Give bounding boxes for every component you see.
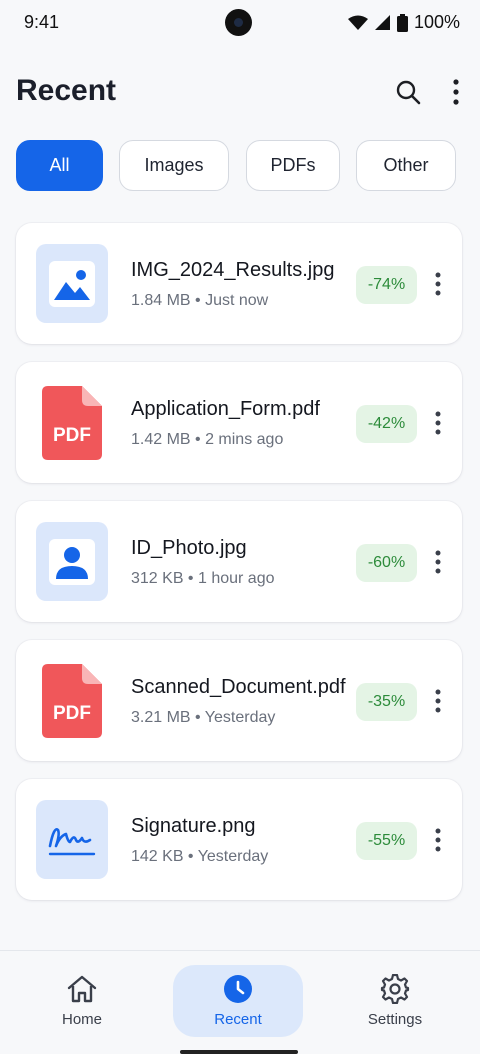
file-card[interactable]: ID_Photo.jpg 312 KB • 1 hour ago -60% [16, 501, 462, 622]
app-header: Recent [16, 70, 464, 114]
signature-icon [48, 827, 96, 855]
status-icons: 100% [347, 12, 460, 33]
file-meta: 142 KB • Yesterday [131, 848, 269, 865]
file-name: Application_Form.pdf [131, 398, 320, 420]
file-card[interactable]: PDF Application_Form.pdf 1.42 MB • 2 min… [16, 362, 462, 483]
pdf-icon: PDF [42, 663, 102, 738]
file-meta: 312 KB • 1 hour ago [131, 570, 275, 587]
search-icon [396, 80, 421, 105]
file-more-button[interactable] [424, 681, 452, 721]
filter-chip-all[interactable]: All [16, 140, 103, 191]
pdf-icon: PDF [42, 385, 102, 460]
status-time: 9:41 [24, 12, 60, 32]
battery-percent: 100% [413, 12, 460, 32]
file-name: Signature.png [131, 815, 256, 837]
more-vertical-icon [453, 79, 459, 105]
filter-chips: All Images PDFs Other [16, 140, 464, 192]
file-meta: 1.42 MB • 2 mins ago [131, 431, 284, 448]
savings-badge: -42% [356, 405, 417, 443]
file-name: ID_Photo.jpg [131, 537, 247, 559]
wifi-icon [347, 15, 368, 30]
pdf-label: PDF [53, 703, 91, 724]
filter-chip-other[interactable]: Other [356, 140, 456, 191]
gear-icon [380, 973, 410, 1005]
savings-badge: -60% [356, 544, 417, 582]
bottom-navigation: Home Recent Settings [0, 950, 480, 1054]
file-meta: 3.21 MB • Yesterday [131, 709, 276, 726]
savings-badge: -35% [356, 683, 417, 721]
file-meta: 1.84 MB • Just now [131, 292, 269, 309]
home-icon [66, 973, 98, 1005]
more-vertical-icon [435, 550, 441, 574]
file-name: Scanned_Document.pdf [131, 676, 346, 698]
file-thumbnail: PDF [36, 661, 108, 740]
nav-label-home: Home [61, 1011, 102, 1028]
file-thumbnail: PDF [36, 383, 108, 462]
more-vertical-icon [435, 828, 441, 852]
more-vertical-icon [435, 272, 441, 296]
file-name: IMG_2024_Results.jpg [131, 259, 335, 281]
file-more-button[interactable] [424, 820, 452, 860]
pdf-label: PDF [53, 425, 91, 446]
file-more-button[interactable] [424, 403, 452, 443]
savings-badge: -74% [356, 266, 417, 304]
person-icon [49, 538, 95, 585]
file-card[interactable]: IMG_2024_Results.jpg 1.84 MB • Just now … [16, 223, 462, 344]
page-title: Recent [16, 74, 117, 107]
more-vertical-icon [435, 689, 441, 713]
file-more-button[interactable] [424, 264, 452, 304]
camera-cutout [225, 9, 252, 36]
status-bar: 9:41 100% [0, 0, 480, 48]
search-button[interactable] [388, 72, 428, 112]
file-more-button[interactable] [424, 542, 452, 582]
savings-badge: -55% [356, 822, 417, 860]
file-thumbnail [36, 800, 108, 879]
nav-label-recent: Recent [214, 1011, 262, 1028]
file-thumbnail [36, 522, 108, 601]
file-card[interactable]: PDF Scanned_Document.pdf 3.21 MB • Yeste… [16, 640, 462, 761]
more-vertical-icon [435, 411, 441, 435]
filter-chip-pdfs[interactable]: PDFs [246, 140, 340, 191]
battery-icon [396, 13, 408, 32]
filter-chip-images[interactable]: Images [119, 140, 229, 191]
nav-item-recent[interactable]: Recent [173, 965, 303, 1037]
file-card[interactable]: Signature.png 142 KB • Yesterday -55% [16, 779, 462, 900]
home-indicator [180, 1050, 298, 1054]
overflow-menu-button[interactable] [436, 72, 476, 112]
clock-icon [223, 973, 253, 1005]
nav-label-settings: Settings [367, 1011, 423, 1028]
nav-item-settings[interactable]: Settings [330, 965, 460, 1037]
cellular-icon [374, 15, 390, 30]
file-thumbnail [36, 244, 108, 323]
image-icon [49, 260, 95, 307]
nav-item-home[interactable]: Home [17, 965, 147, 1037]
